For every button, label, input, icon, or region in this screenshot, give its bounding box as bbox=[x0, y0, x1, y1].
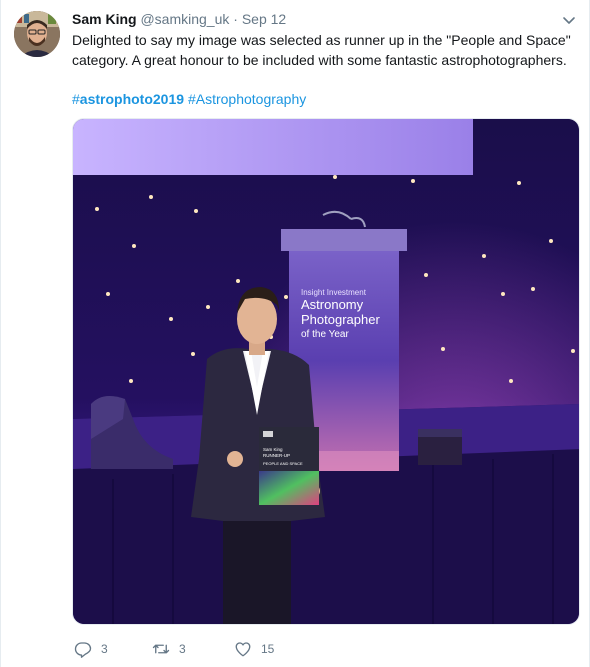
hashtag-astrophotography[interactable]: #Astrophotography bbox=[188, 91, 306, 107]
certificate-award: RUNNER-UP bbox=[263, 453, 290, 458]
retweet-count: 3 bbox=[179, 642, 186, 656]
tweet[interactable]: Sam King @samking_uk · Sep 12 Delighted … bbox=[0, 0, 590, 667]
podium-text-3: Photographer bbox=[301, 312, 380, 327]
tweet-text: Delighted to say my image was selected a… bbox=[72, 30, 582, 70]
hashtags: #astrophoto2019 #Astrophotography bbox=[72, 90, 306, 108]
reply-button[interactable]: 3 bbox=[74, 640, 108, 658]
author-name[interactable]: Sam King bbox=[72, 11, 137, 27]
tweet-date[interactable]: Sep 12 bbox=[242, 11, 286, 27]
podium-text-2: Astronomy bbox=[301, 297, 364, 312]
tweet-photo[interactable]: Insight Investment Astronomy Photographe… bbox=[72, 118, 580, 625]
heart-icon bbox=[235, 642, 251, 657]
tweet-header: Sam King @samking_uk · Sep 12 bbox=[72, 10, 286, 28]
hashtag-astrophoto2019[interactable]: #astrophoto2019 bbox=[72, 91, 184, 107]
certificate: Sam King RUNNER-UP PEOPLE AND SPACE bbox=[259, 427, 319, 505]
reply-count: 3 bbox=[101, 642, 108, 656]
author-handle[interactable]: @samking_uk bbox=[140, 11, 229, 27]
certificate-category: PEOPLE AND SPACE bbox=[263, 461, 303, 466]
podium-text-1: Insight Investment bbox=[301, 288, 367, 297]
like-count: 15 bbox=[261, 642, 275, 656]
separator: · bbox=[233, 11, 238, 27]
tweet-body: Delighted to say my image was selected a… bbox=[72, 32, 571, 68]
reply-icon bbox=[74, 642, 92, 658]
like-button[interactable]: 15 bbox=[234, 640, 274, 658]
podium-text-4: of the Year bbox=[301, 329, 349, 340]
chevron-down-icon[interactable] bbox=[561, 12, 577, 28]
retweet-button[interactable]: 3 bbox=[152, 640, 186, 658]
avatar[interactable] bbox=[14, 11, 60, 57]
retweet-icon bbox=[152, 644, 170, 654]
certificate-name: Sam King bbox=[263, 447, 283, 452]
